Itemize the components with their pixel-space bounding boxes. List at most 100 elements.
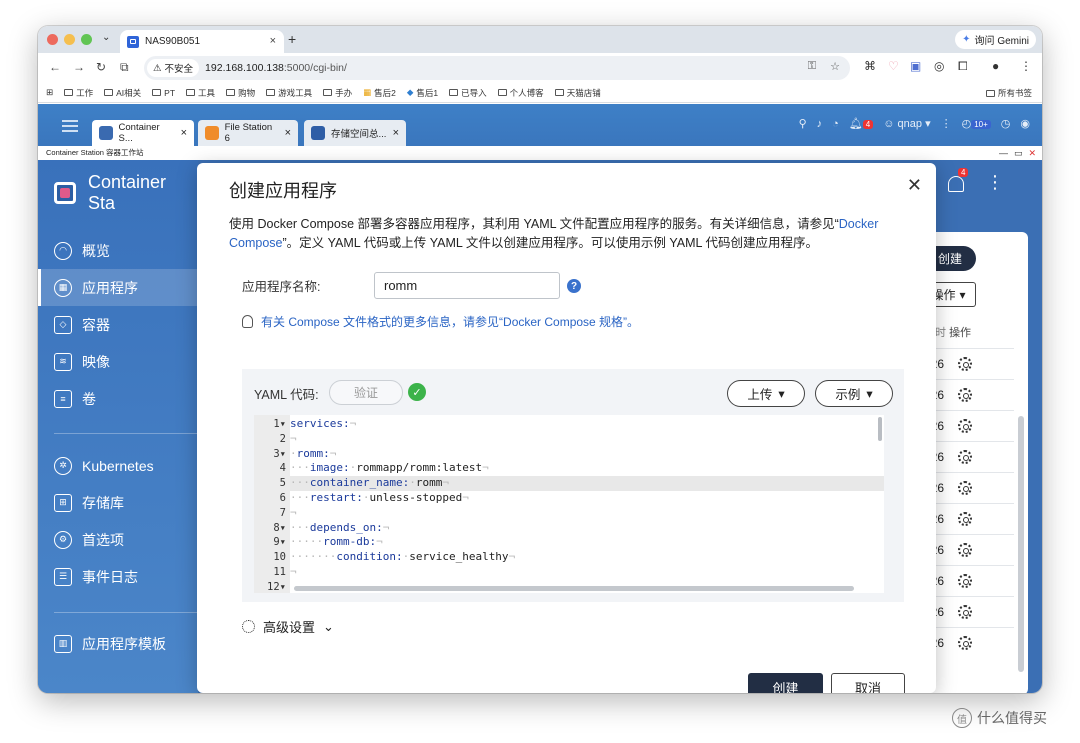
forward-icon[interactable]: → [73,60,85,74]
sidebar-item-preferences[interactable]: ⚙ 首选项 [38,521,198,558]
yaml-section: YAML 代码: 验证 ✓ 上传 ▾ 示例 ▾ 1▾ services:¬ 2 ¬ 3▾ ·… [242,369,904,602]
close-icon[interactable]: × [181,127,187,139]
myqnap-icon[interactable]: ◉ [1020,117,1030,130]
bookmark-item[interactable]: 天猫店铺 [554,87,601,99]
more-options-icon[interactable]: ⋮ [986,172,1004,193]
avatar[interactable]: ● [992,59,999,73]
username: qnap [897,118,923,130]
bookmark-item[interactable]: 工作 [64,87,93,99]
zoom-window-button[interactable] [81,34,92,45]
template-icon: ▥ [54,634,72,653]
more-options-icon[interactable]: ⋮ [941,117,952,130]
help-icon[interactable]: ? [567,279,581,293]
bookmark-item[interactable]: 已导入 [449,87,487,99]
bookmark-item[interactable]: ▦ 售后2 [363,87,396,99]
bookmark-item[interactable]: 游戏工具 [266,87,312,99]
sidebar-item-event-log[interactable]: ☰ 事件日志 [38,558,198,595]
extension-icon[interactable]: ▣ [910,59,921,73]
apps-grid-icon[interactable]: ⊞ [46,87,53,98]
address-bar[interactable]: ⚠ 不安全 192.168.100.138:5000/cgi-bin/ ⚿ ☆ [144,56,850,80]
close-tab-icon[interactable]: × [270,35,276,47]
cancel-button[interactable]: 取消 [831,673,905,693]
dialog-title: 创建应用程序 [229,181,337,201]
yaml-editor[interactable]: 1▾ services:¬ 2 ¬ 3▾ ·romm:¬ 4 ···image:·romm… [254,415,884,593]
user-menu[interactable]: ☺ qnap ▾ [883,117,930,130]
dialog-description: 使用 Docker Compose 部署多容器应用程序，其利用 YAML 文件配… [229,215,909,253]
more-menu-icon[interactable]: ⋮ [1020,59,1032,73]
sidebar-item-volumes[interactable]: ≡ 卷 [38,380,198,417]
gear-icon[interactable] [958,419,972,433]
task-icon[interactable]: ◔ [832,118,839,130]
reload-icon[interactable]: ↻ [96,60,106,74]
gemini-button[interactable]: ✦ 询问 Gemini [955,30,1036,49]
database-icon: ≡ [54,389,72,408]
compose-spec-link[interactable]: 有关 Compose 文件格式的更多信息，请参见“Docker Compose … [261,313,639,330]
example-button[interactable]: 示例 ▾ [815,380,893,407]
close-icon[interactable]: ✕ [1028,146,1036,160]
all-bookmarks[interactable]: 所有书签 [985,87,1032,99]
sidebar-item-registry[interactable]: ⊞ 存储库 [38,484,198,521]
close-window-button[interactable] [47,34,58,45]
gear-icon[interactable] [958,357,972,371]
bookmark-item[interactable]: ◆ 售后1 [407,87,438,99]
qnap-app-tab[interactable]: 存储空间总... × [304,120,406,146]
create-button[interactable]: 创建 [748,673,823,693]
gear-icon[interactable] [958,543,972,557]
app-name-input[interactable]: romm [374,272,560,299]
sidebar-item-label: 应用程序模板 [82,635,166,652]
upload-label: 上传 [747,388,773,402]
minimize-window-button[interactable] [64,34,75,45]
bell-icon[interactable] [948,176,964,192]
upload-button[interactable]: 上传 ▾ [727,380,805,407]
clock-icon[interactable]: ◷ [1001,117,1011,130]
qnap-tab-label: 存储空间总... [331,129,387,140]
back-icon[interactable]: ← [49,60,61,74]
dashboard-icon[interactable]: ◴ 10+ [962,117,991,130]
bookmark-item[interactable]: PT [152,88,175,98]
bookmark-item[interactable]: 工具 [186,87,215,99]
qnap-app-tab[interactable]: File Station 6 × [198,120,298,146]
close-icon[interactable]: × [393,127,399,139]
bookmark-star-icon[interactable]: ☆ [830,60,840,73]
new-tab-button[interactable]: + [288,31,296,47]
gear-icon[interactable] [958,450,972,464]
verify-button[interactable]: 验证 [329,380,403,405]
gear-icon[interactable] [958,605,972,619]
security-chip[interactable]: ⚠ 不安全 [147,59,200,77]
chevron-down-icon[interactable]: ⌄ [102,32,110,43]
advanced-settings-toggle[interactable]: 高级设置 ⌄ [242,617,334,636]
bookmark-item[interactable]: 个人博客 [497,87,544,99]
qnap-app-tab[interactable]: Container S... × [92,120,194,146]
scrollbar[interactable] [1018,416,1024,672]
sidebar-item-images[interactable]: ≋ 映像 [38,343,198,380]
extension-icon[interactable]: ⌘ [864,59,876,73]
volume-icon[interactable]: ♪ [817,118,823,130]
helm-icon: ✲ [54,456,72,475]
gear-icon[interactable] [958,388,972,402]
browser-tab[interactable]: NAS90B051 × [120,30,284,53]
bookmark-item[interactable]: AI相关 [104,87,141,99]
notification-icon[interactable]: 🔔︎ 4 [849,117,874,130]
extension-icon[interactable]: ◎ [934,59,944,73]
close-icon[interactable]: ✕ [907,175,922,196]
maximize-icon[interactable]: ▭ [1014,146,1023,160]
close-icon[interactable]: × [285,127,291,139]
sidebar-item-overview[interactable]: ◠ 概览 [38,232,198,269]
sidebar-item-app-templates[interactable]: ▥ 应用程序模板 [38,625,198,662]
minimize-icon[interactable]: — [999,146,1008,160]
search-icon[interactable]: ⚲ [799,117,807,130]
sidebar-item-kubernetes[interactable]: ✲ Kubernetes [38,447,198,484]
split-view-icon[interactable]: ⧉ [120,60,129,75]
puzzle-icon[interactable]: ⧠ [958,59,968,74]
gear-icon[interactable] [958,636,972,650]
key-icon[interactable]: ⚿ [808,60,816,73]
sidebar-item-applications[interactable]: ▦ 应用程序 [38,269,198,306]
sidebar-item-containers[interactable]: ◇ 容器 [38,306,198,343]
extension-icon[interactable]: ♡ [888,59,899,73]
gear-icon[interactable] [958,481,972,495]
bookmark-item[interactable]: 购物 [226,87,255,99]
gear-icon[interactable] [958,512,972,526]
bookmark-item[interactable]: 手办 [323,87,352,99]
main-menu-icon[interactable] [62,120,78,132]
gear-icon[interactable] [958,574,972,588]
